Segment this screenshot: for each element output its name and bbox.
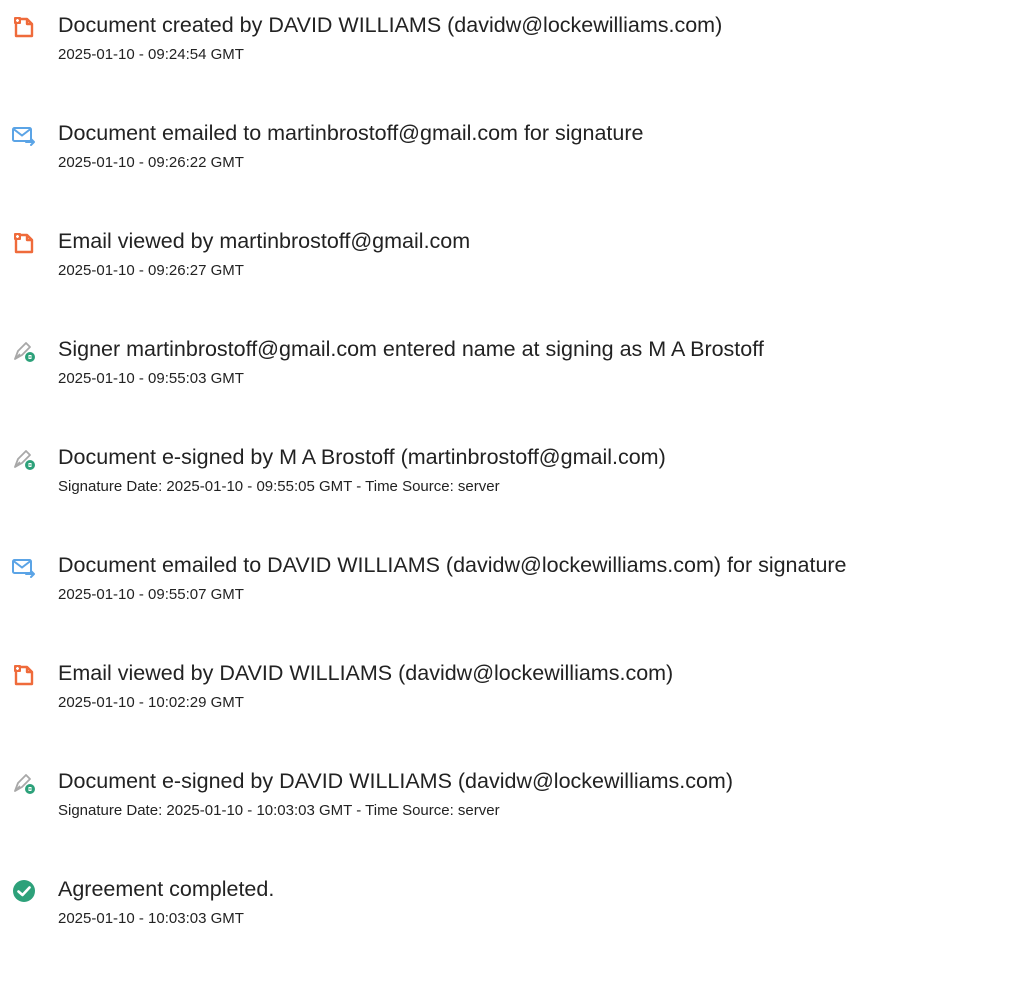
event-title: Document emailed to martinbrostoff@gmail… (58, 121, 644, 145)
event-timestamp: Signature Date: 2025-01-10 - 10:03:03 GM… (58, 802, 500, 819)
event-title: Document e-signed by M A Brostoff (marti… (58, 445, 666, 469)
audit-event-emailed: Document emailed to martinbrostoff@gmail… (0, 120, 1036, 200)
event-timestamp: 2025-01-10 - 09:26:22 GMT (58, 154, 244, 171)
email-viewed-icon (11, 230, 37, 256)
document-created-icon (11, 14, 37, 40)
event-timestamp: 2025-01-10 - 09:24:54 GMT (58, 46, 244, 63)
event-timestamp: 2025-01-10 - 09:55:07 GMT (58, 586, 244, 603)
audit-event-email-viewed: Email viewed by DAVID WILLIAMS (davidw@l… (0, 660, 1036, 740)
signer-pen-icon (11, 338, 37, 364)
event-title: Signer martinbrostoff@gmail.com entered … (58, 337, 764, 361)
esigned-pen-icon (11, 770, 37, 796)
event-title: Email viewed by DAVID WILLIAMS (davidw@l… (58, 661, 674, 685)
event-timestamp: 2025-01-10 - 09:55:03 GMT (58, 370, 244, 387)
esigned-pen-icon (11, 446, 37, 472)
audit-event-signer-name-entered: Signer martinbrostoff@gmail.com entered … (0, 336, 1036, 416)
event-timestamp: 2025-01-10 - 10:03:03 GMT (58, 910, 244, 927)
event-timestamp: 2025-01-10 - 10:02:29 GMT (58, 694, 244, 711)
event-title: Document created by DAVID WILLIAMS (davi… (58, 13, 723, 37)
email-viewed-icon (11, 662, 37, 688)
event-timestamp: 2025-01-10 - 09:26:27 GMT (58, 262, 244, 279)
email-sent-icon (11, 122, 37, 148)
event-title: Document emailed to DAVID WILLIAMS (davi… (58, 553, 847, 577)
audit-event-document-created: Document created by DAVID WILLIAMS (davi… (0, 12, 1036, 92)
event-timestamp: Signature Date: 2025-01-10 - 09:55:05 GM… (58, 478, 500, 495)
event-title: Email viewed by martinbrostoff@gmail.com (58, 229, 471, 253)
audit-event-esigned: Document e-signed by DAVID WILLIAMS (dav… (0, 768, 1036, 848)
event-title: Document e-signed by DAVID WILLIAMS (dav… (58, 769, 733, 793)
audit-event-esigned: Document e-signed by M A Brostoff (marti… (0, 444, 1036, 524)
audit-event-email-viewed: Email viewed by martinbrostoff@gmail.com… (0, 228, 1036, 308)
email-sent-icon (11, 554, 37, 580)
audit-event-emailed: Document emailed to DAVID WILLIAMS (davi… (0, 552, 1036, 632)
event-title: Agreement completed. (58, 877, 275, 901)
completed-check-icon (11, 878, 37, 904)
audit-event-agreement-completed: Agreement completed. 2025-01-10 - 10:03:… (0, 876, 1036, 956)
